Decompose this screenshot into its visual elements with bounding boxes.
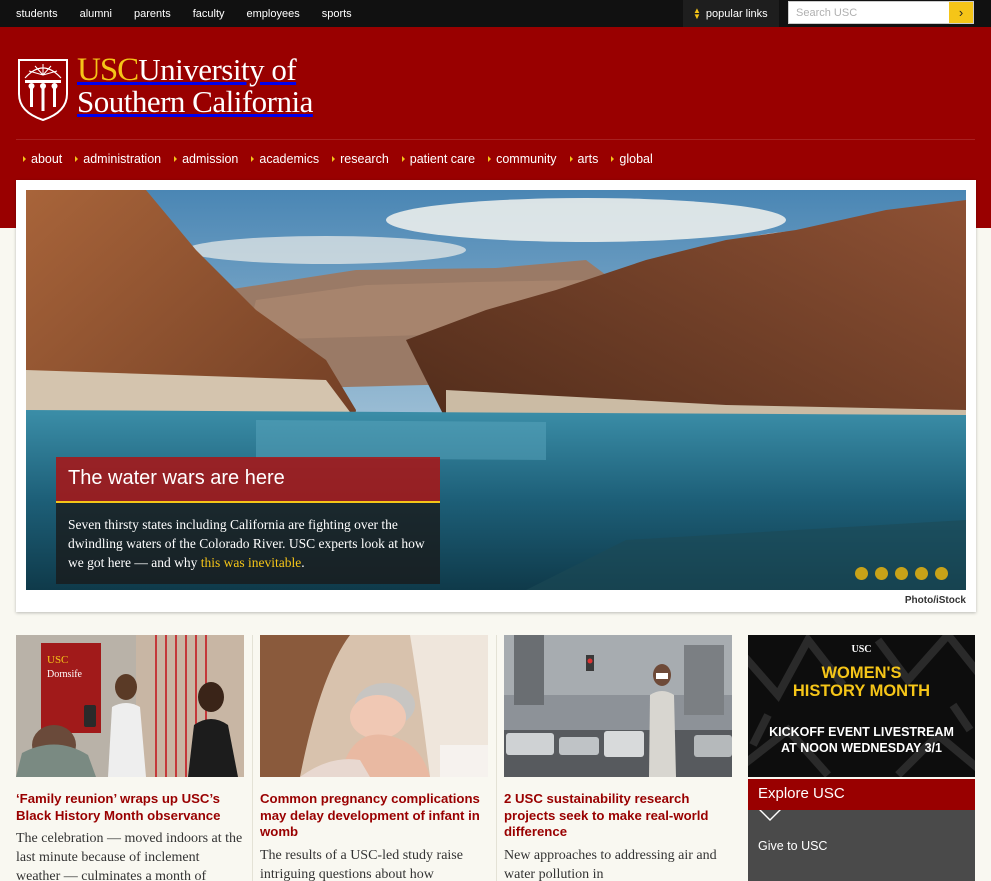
news-title[interactable]: Common pregnancy complications may delay… bbox=[260, 791, 488, 841]
news-summary: The celebration — moved indoors at the l… bbox=[16, 831, 243, 881]
notch-indicator-inner bbox=[761, 810, 779, 819]
usc-seal-icon bbox=[18, 59, 68, 122]
explore-usc-heading: Explore USC bbox=[748, 779, 975, 810]
nav-administration[interactable]: administration bbox=[75, 152, 161, 166]
logo-usc: USC bbox=[77, 52, 139, 88]
column-divider bbox=[252, 635, 253, 881]
nav-about-label: about bbox=[31, 152, 63, 166]
nav-academics[interactable]: academics bbox=[251, 152, 319, 166]
link-parents[interactable]: parents bbox=[134, 8, 171, 20]
nav-academics-label: academics bbox=[259, 152, 320, 166]
popular-links-label: popular links bbox=[705, 7, 768, 20]
link-sports[interactable]: sports bbox=[322, 8, 352, 20]
header-divider bbox=[16, 139, 975, 140]
news-item: Common pregnancy complications may delay… bbox=[260, 635, 488, 881]
triangle-right-icon bbox=[569, 156, 573, 162]
main-nav: about administration admission academics… bbox=[23, 152, 666, 166]
nav-admission[interactable]: admission bbox=[174, 152, 238, 166]
hero-carousel: The water wars are here Seven thirsty st… bbox=[16, 180, 976, 612]
hero-body: Seven thirsty states including Californi… bbox=[56, 503, 440, 584]
search-submit-button[interactable]: › bbox=[949, 2, 973, 23]
search-box: › bbox=[788, 1, 974, 24]
nav-research[interactable]: research bbox=[332, 152, 389, 166]
hero-inline-link[interactable]: this was inevitable bbox=[201, 555, 301, 570]
logo-southern-california: Southern California bbox=[77, 84, 313, 119]
nav-admission-label: admission bbox=[182, 152, 239, 166]
news-image-city-traffic[interactable] bbox=[504, 635, 732, 777]
news-image-family-reunion[interactable]: USC Dornsife bbox=[16, 635, 244, 777]
triangle-right-icon bbox=[332, 156, 336, 162]
explore-usc-panel: Give to USC bbox=[748, 810, 975, 881]
column-divider bbox=[496, 635, 497, 881]
popular-links-dropdown[interactable]: ▲ ▼ popular links bbox=[683, 0, 779, 27]
nav-arts[interactable]: arts bbox=[569, 152, 599, 166]
nav-community-label: community bbox=[496, 152, 557, 166]
utility-bar: students alumni parents faculty employee… bbox=[0, 0, 991, 27]
nav-global[interactable]: global bbox=[611, 152, 653, 166]
nav-research-label: research bbox=[340, 152, 389, 166]
carousel-dots bbox=[848, 567, 948, 580]
triangle-right-icon bbox=[23, 156, 26, 162]
triangle-right-icon bbox=[488, 156, 492, 162]
promo-subtitle-line2: AT NOON WEDNESDAY 3/1 bbox=[781, 741, 942, 755]
nav-global-label: global bbox=[619, 152, 653, 166]
hero-title[interactable]: The water wars are here bbox=[56, 457, 440, 503]
carousel-dot-1[interactable] bbox=[855, 567, 868, 580]
link-employees[interactable]: employees bbox=[247, 8, 300, 20]
hero-image-lake-canyon[interactable]: The water wars are here Seven thirsty st… bbox=[26, 190, 966, 590]
logo-university-of: University of bbox=[138, 52, 297, 87]
triangle-right-icon bbox=[401, 156, 405, 162]
news-item: 2 USC sustainability research projects s… bbox=[504, 635, 732, 881]
nav-about[interactable]: about bbox=[23, 152, 62, 166]
audience-links: students alumni parents faculty employee… bbox=[16, 0, 374, 27]
promo-title: WOMEN'S HISTORY MONTH bbox=[748, 664, 975, 700]
nav-arts-label: arts bbox=[577, 152, 599, 166]
usc-logo[interactable]: USCUniversity of Southern California bbox=[16, 54, 313, 122]
svg-text:USC: USC bbox=[47, 654, 68, 666]
hero-caption: The water wars are here Seven thirsty st… bbox=[56, 457, 440, 584]
nav-patient-care[interactable]: patient care bbox=[401, 152, 476, 166]
nav-patient-care-label: patient care bbox=[409, 152, 476, 166]
promo-title-line2: HISTORY MONTH bbox=[792, 682, 931, 700]
carousel-dot-2[interactable] bbox=[875, 567, 888, 580]
nav-administration-label: administration bbox=[83, 152, 162, 166]
promo-usc-mark: USC bbox=[851, 644, 872, 655]
search-input[interactable] bbox=[789, 2, 947, 23]
give-to-usc-link[interactable]: Give to USC bbox=[758, 839, 827, 853]
link-alumni[interactable]: alumni bbox=[80, 8, 112, 20]
triangle-right-icon bbox=[75, 156, 79, 162]
promo-subtitle-line1: KICKOFF EVENT LIVESTREAM bbox=[769, 725, 954, 739]
link-faculty[interactable]: faculty bbox=[193, 8, 225, 20]
hero-body-end: . bbox=[301, 555, 305, 570]
link-students[interactable]: students bbox=[16, 8, 58, 20]
photo-credit: Photo/iStock bbox=[904, 595, 966, 606]
carousel-dot-5[interactable] bbox=[935, 567, 948, 580]
womens-history-month-promo[interactable]: USC WOMEN'S HISTORY MONTH KICKOFF EVENT … bbox=[748, 635, 975, 777]
up-down-arrow-icon: ▲ ▼ bbox=[693, 5, 701, 21]
triangle-right-icon bbox=[251, 156, 255, 162]
news-title[interactable]: ‘Family reunion’ wraps up USC’s Black Hi… bbox=[16, 791, 244, 824]
nav-community[interactable]: community bbox=[488, 152, 557, 166]
promo-title-line1: WOMEN'S bbox=[821, 664, 902, 682]
news-title[interactable]: 2 USC sustainability research projects s… bbox=[504, 791, 732, 841]
promo-subtitle: KICKOFF EVENT LIVESTREAM AT NOON WEDNESD… bbox=[748, 724, 975, 756]
news-summary: The results of a USC-led study raise int… bbox=[260, 847, 463, 881]
carousel-dot-3[interactable] bbox=[895, 567, 908, 580]
news-image-newborn[interactable] bbox=[260, 635, 488, 777]
triangle-right-icon bbox=[174, 156, 178, 162]
news-item: USC Dornsife ‘Family reunion’ wraps up U… bbox=[16, 635, 244, 881]
news-summary: New approaches to addressing air and wat… bbox=[504, 847, 717, 881]
triangle-right-icon bbox=[611, 156, 615, 162]
svg-text:Dornsife: Dornsife bbox=[47, 669, 83, 680]
carousel-dot-4[interactable] bbox=[915, 567, 928, 580]
